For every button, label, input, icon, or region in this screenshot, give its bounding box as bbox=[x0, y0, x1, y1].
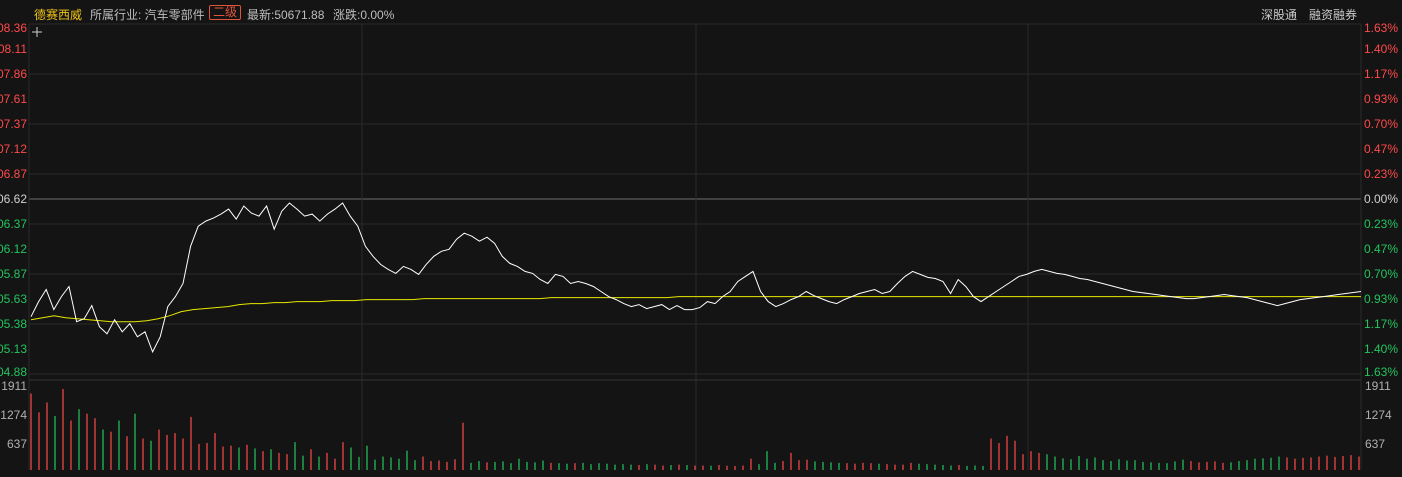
percent-tick-label: 0.70% bbox=[1364, 267, 1398, 281]
intraday-chart[interactable]: 08.36 08.11 07.86 07.61 07.37 07.12 06.87 06.62… bbox=[0, 0, 1402, 477]
percent-tick-label: 0.70% bbox=[1364, 117, 1398, 131]
price-tick-label: 06.62 bbox=[0, 192, 27, 206]
price-tick-label: 06.12 bbox=[0, 242, 27, 256]
volume-tick-label: 637 bbox=[1365, 437, 1385, 451]
price-axis: 08.36 08.11 07.86 07.61 07.37 07.12 06.87 06.62… bbox=[0, 21, 27, 379]
price-tick-label: 06.87 bbox=[0, 167, 27, 181]
percent-tick-label: 1.63% bbox=[1364, 21, 1398, 35]
price-tick-label: 06.37 bbox=[0, 217, 27, 231]
price-tick-label: 08.36 bbox=[0, 21, 27, 35]
volume-tick-label: 1274 bbox=[1365, 408, 1392, 422]
price-tick-label: 05.38 bbox=[0, 317, 27, 331]
volume-tick-label: 1911 bbox=[1, 379, 27, 393]
chart-grid bbox=[28, 23, 1362, 470]
percent-tick-label: 0.23% bbox=[1364, 217, 1398, 231]
price-tick-label: 05.13 bbox=[0, 342, 27, 356]
percent-tick-label: 1.40% bbox=[1364, 342, 1398, 356]
percent-tick-label: 0.00% bbox=[1364, 192, 1398, 206]
volume-tick-label: 1274 bbox=[0, 408, 27, 422]
volume-tick-label: 1911 bbox=[1365, 379, 1391, 393]
price-tick-label: 07.12 bbox=[0, 142, 27, 156]
percent-axis: 1.63% 1.40% 1.17% 0.93% 0.70% 0.47% 0.23% 0.00%… bbox=[1364, 21, 1398, 379]
percent-tick-label: 1.17% bbox=[1364, 317, 1398, 331]
percent-tick-label: 0.93% bbox=[1364, 292, 1398, 306]
price-tick-label: 05.87 bbox=[0, 267, 27, 281]
percent-tick-label: 0.93% bbox=[1364, 92, 1398, 106]
price-tick-label: 07.86 bbox=[0, 67, 27, 81]
percent-tick-label: 0.47% bbox=[1364, 142, 1398, 156]
percent-tick-label: 1.17% bbox=[1364, 67, 1398, 81]
price-tick-label: 04.88 bbox=[0, 365, 27, 379]
volume-tick-label: 637 bbox=[7, 437, 27, 451]
percent-tick-label: 0.23% bbox=[1364, 167, 1398, 181]
price-tick-label: 07.61 bbox=[0, 92, 27, 106]
volume-bars bbox=[30, 389, 1360, 470]
crosshair-icon bbox=[32, 27, 42, 37]
percent-tick-label: 0.47% bbox=[1364, 242, 1398, 256]
price-tick-label: 05.63 bbox=[0, 292, 27, 306]
price-tick-label: 08.11 bbox=[0, 42, 27, 56]
percent-tick-label: 1.63% bbox=[1364, 365, 1398, 379]
price-tick-label: 07.37 bbox=[0, 117, 27, 131]
percent-tick-label: 1.40% bbox=[1364, 42, 1398, 56]
